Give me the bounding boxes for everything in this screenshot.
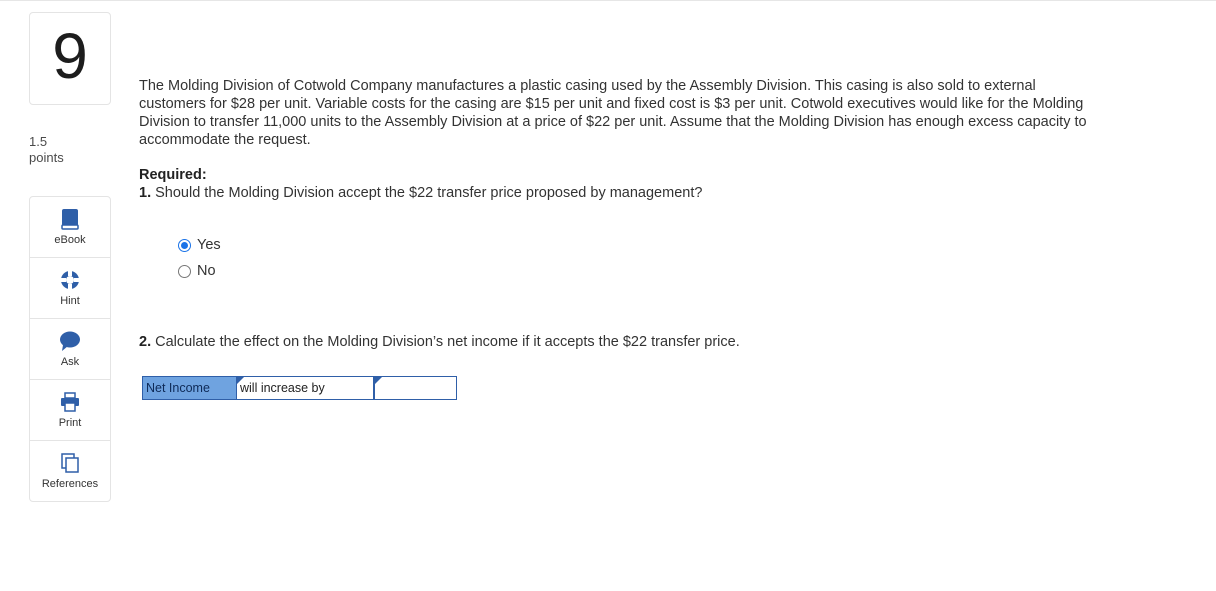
answer-table: Net Income will increase by <box>142 376 457 400</box>
tool-print[interactable]: Print <box>30 380 110 441</box>
radio-no[interactable] <box>178 264 191 278</box>
tool-ask[interactable]: Ask <box>30 319 110 380</box>
question-number: 9 <box>52 19 88 92</box>
tool-ask-label: Ask <box>60 356 80 368</box>
amount-input[interactable] <box>375 377 456 399</box>
printer-icon <box>59 391 81 413</box>
book-icon <box>59 208 81 230</box>
answer-options: Yes No <box>178 236 221 288</box>
lifebuoy-icon <box>59 269 81 291</box>
radio-yes[interactable] <box>178 238 191 252</box>
tool-ebook[interactable]: eBook <box>30 197 110 258</box>
required-heading: Required: <box>139 167 207 183</box>
option-yes[interactable]: Yes <box>178 236 221 254</box>
tool-references[interactable]: References <box>30 441 110 502</box>
points-value: 1.5 <box>29 134 48 149</box>
question-1-text: Should the Molding Division accept the $… <box>151 185 703 201</box>
effect-dropdown[interactable]: will increase by <box>237 377 375 399</box>
question-1-number: 1. <box>139 185 152 201</box>
input-flag-icon <box>375 377 382 384</box>
tool-hint[interactable]: Hint <box>30 258 110 319</box>
question-1: 1. Should the Molding Division accept th… <box>139 184 1099 202</box>
option-no-label: No <box>197 263 216 279</box>
problem-text: The Molding Division of Cotwold Company … <box>139 78 1087 148</box>
top-divider <box>0 0 1216 1</box>
question-2-text: Calculate the effect on the Molding Divi… <box>151 334 740 350</box>
tool-print-label: Print <box>58 417 82 429</box>
documents-icon <box>59 452 81 474</box>
net-income-label: Net Income <box>143 377 237 399</box>
points-label: points <box>29 150 64 165</box>
option-no[interactable]: No <box>178 262 221 280</box>
dropdown-flag-icon <box>237 377 244 384</box>
tool-references-label: References <box>41 478 99 490</box>
question-2-number: 2. <box>139 334 152 350</box>
option-yes-label: Yes <box>197 237 221 253</box>
question-content: The Molding Division of Cotwold Company … <box>139 77 1099 202</box>
tool-panel: eBook Hint Ask Print References <box>29 196 111 502</box>
tool-hint-label: Hint <box>60 295 80 307</box>
tool-ebook-label: eBook <box>54 234 86 246</box>
question-number-box: 9 <box>29 12 111 105</box>
effect-dropdown-value: will increase by <box>240 381 325 395</box>
question-2: 2. Calculate the effect on the Molding D… <box>139 333 740 351</box>
speech-bubble-icon <box>59 330 81 352</box>
points-block: 1.5 points <box>29 134 111 166</box>
